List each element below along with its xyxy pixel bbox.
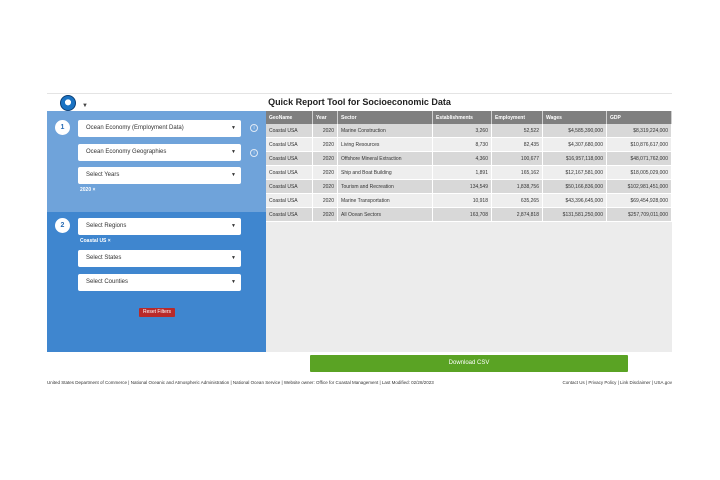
table-cell: $69,454,928,000 bbox=[606, 193, 672, 208]
table-cell: Tourism and Recreation bbox=[337, 179, 433, 194]
column-header-geoname[interactable]: GeoName bbox=[266, 111, 313, 124]
table-cell: $102,981,451,000 bbox=[606, 179, 672, 194]
table-cell: 2020 bbox=[312, 179, 338, 194]
years-select-placeholder: Select Years bbox=[86, 172, 120, 178]
regions-select-placeholder: Select Regions bbox=[86, 223, 127, 229]
table-cell: $8,319,224,000 bbox=[606, 124, 672, 138]
table-cell: Coastal USA bbox=[266, 137, 313, 152]
table-cell: 165,162 bbox=[491, 165, 543, 180]
table-cell: 2020 bbox=[312, 193, 338, 208]
column-header-establishments[interactable]: Establishments bbox=[432, 111, 492, 124]
table-cell: 82,435 bbox=[491, 137, 543, 152]
header-bar: ▼ Quick Report Tool for Socioeconomic Da… bbox=[47, 93, 672, 112]
table-cell: $50,166,836,000 bbox=[542, 179, 607, 194]
table-cell: 8,730 bbox=[432, 137, 492, 152]
counties-select[interactable]: Select Counties ▼ bbox=[78, 274, 241, 291]
counties-select-placeholder: Select Counties bbox=[86, 279, 129, 285]
years-select[interactable]: Select Years ▼ bbox=[78, 167, 241, 184]
table-cell: Living Resources bbox=[337, 137, 433, 152]
filter-panel: 1 Ocean Economy (Employment Data) ▼ i Oc… bbox=[47, 111, 266, 352]
table-cell: 52,522 bbox=[491, 124, 543, 138]
table-cell: $16,957,118,000 bbox=[542, 151, 607, 166]
table-cell: 2,874,818 bbox=[491, 207, 543, 222]
column-header-wages[interactable]: Wages bbox=[542, 111, 607, 124]
year-chip[interactable]: 2020 × bbox=[80, 187, 95, 193]
table-cell: 3,260 bbox=[432, 124, 492, 138]
states-select[interactable]: Select States ▼ bbox=[78, 250, 241, 267]
chevron-down-icon: ▼ bbox=[231, 255, 236, 261]
table-cell: 1,838,756 bbox=[491, 179, 543, 194]
info-icon[interactable]: i bbox=[250, 124, 258, 132]
geographies-select-value: Ocean Economy Geographies bbox=[86, 149, 167, 155]
table-cell: 2020 bbox=[312, 207, 338, 222]
dataset-select[interactable]: Ocean Economy (Employment Data) ▼ bbox=[78, 120, 241, 137]
table-cell: Marine Construction bbox=[337, 124, 433, 138]
chevron-down-icon: ▼ bbox=[231, 279, 236, 285]
table-row: Coastal USA 2020 Ship and Boat Building … bbox=[266, 165, 672, 180]
table-cell: 2020 bbox=[312, 137, 338, 152]
table-cell: $4,585,390,000 bbox=[542, 124, 607, 138]
table-cell: 134,549 bbox=[432, 179, 492, 194]
column-header-sector[interactable]: Sector bbox=[337, 111, 433, 124]
table-row: Coastal USA 2020 Tourism and Recreation … bbox=[266, 179, 672, 194]
results-table: GeoName Year Sector Establishments Emplo… bbox=[266, 111, 672, 222]
table-cell: Coastal USA bbox=[266, 207, 313, 222]
dataset-select-value: Ocean Economy (Employment Data) bbox=[86, 125, 184, 131]
table-cell: $131,581,250,000 bbox=[542, 207, 607, 222]
step-number-2: 2 bbox=[55, 218, 70, 233]
footer-agency-text: United States Department of Commerce | N… bbox=[47, 380, 434, 385]
chevron-down-icon: ▼ bbox=[231, 149, 236, 155]
table-cell: 163,708 bbox=[432, 207, 492, 222]
table-cell: 4,360 bbox=[432, 151, 492, 166]
info-icon[interactable]: i bbox=[250, 149, 258, 157]
table-row: Coastal USA 2020 All Ocean Sectors 163,7… bbox=[266, 207, 672, 222]
table-row: Coastal USA 2020 Marine Construction 3,2… bbox=[266, 124, 672, 138]
table-row: Coastal USA 2020 Living Resources 8,730 … bbox=[266, 137, 672, 152]
region-chip[interactable]: Coastal US × bbox=[80, 238, 111, 244]
table-cell: $4,307,680,000 bbox=[542, 137, 607, 152]
app-frame: ▼ Quick Report Tool for Socioeconomic Da… bbox=[47, 93, 672, 393]
table-cell: 2020 bbox=[312, 165, 338, 180]
table-row: Coastal USA 2020 Offshore Mineral Extrac… bbox=[266, 151, 672, 166]
column-header-employment[interactable]: Employment bbox=[491, 111, 543, 124]
table-cell: $18,005,029,000 bbox=[606, 165, 672, 180]
table-cell: 2020 bbox=[312, 124, 338, 138]
table-cell: 2020 bbox=[312, 151, 338, 166]
footer-links[interactable]: Contact Us | Privacy Policy | Link Discl… bbox=[562, 380, 672, 385]
table-cell: Coastal USA bbox=[266, 124, 313, 138]
step-number-1: 1 bbox=[55, 120, 70, 135]
column-header-year[interactable]: Year bbox=[312, 111, 338, 124]
geographies-select[interactable]: Ocean Economy Geographies ▼ bbox=[78, 144, 241, 161]
table-cell: $12,167,581,000 bbox=[542, 165, 607, 180]
regions-select[interactable]: Select Regions ▼ bbox=[78, 218, 241, 235]
table-cell: $257,709,011,000 bbox=[606, 207, 672, 222]
table-cell: Coastal USA bbox=[266, 165, 313, 180]
results-panel: GeoName Year Sector Establishments Emplo… bbox=[266, 111, 672, 352]
table-cell: Marine Transportation bbox=[337, 193, 433, 208]
table-cell: $43,396,645,000 bbox=[542, 193, 607, 208]
page-title: Quick Report Tool for Socioeconomic Data bbox=[268, 97, 451, 107]
table-cell: 100,677 bbox=[491, 151, 543, 166]
table-header-row: GeoName Year Sector Establishments Emplo… bbox=[266, 111, 672, 124]
chevron-down-icon: ▼ bbox=[231, 223, 236, 229]
filter-section-1: 1 Ocean Economy (Employment Data) ▼ i Oc… bbox=[47, 111, 266, 212]
table-cell: 10,918 bbox=[432, 193, 492, 208]
reset-filters-button[interactable]: Reset Filters bbox=[139, 308, 175, 317]
table-cell: $48,071,762,000 bbox=[606, 151, 672, 166]
table-row: Coastal USA 2020 Marine Transportation 1… bbox=[266, 193, 672, 208]
table-cell: 1,891 bbox=[432, 165, 492, 180]
table-cell: $10,876,617,000 bbox=[606, 137, 672, 152]
table-cell: All Ocean Sectors bbox=[337, 207, 433, 222]
chevron-down-icon: ▼ bbox=[231, 172, 236, 178]
table-cell: Ship and Boat Building bbox=[337, 165, 433, 180]
download-csv-button[interactable]: Download CSV bbox=[310, 355, 628, 372]
states-select-placeholder: Select States bbox=[86, 255, 122, 261]
table-cell: Offshore Mineral Extraction bbox=[337, 151, 433, 166]
column-header-gdp[interactable]: GDP bbox=[606, 111, 672, 124]
table-cell: Coastal USA bbox=[266, 193, 313, 208]
chevron-down-icon: ▼ bbox=[231, 125, 236, 131]
table-cell: Coastal USA bbox=[266, 151, 313, 166]
table-cell: 635,265 bbox=[491, 193, 543, 208]
table-cell: Coastal USA bbox=[266, 179, 313, 194]
